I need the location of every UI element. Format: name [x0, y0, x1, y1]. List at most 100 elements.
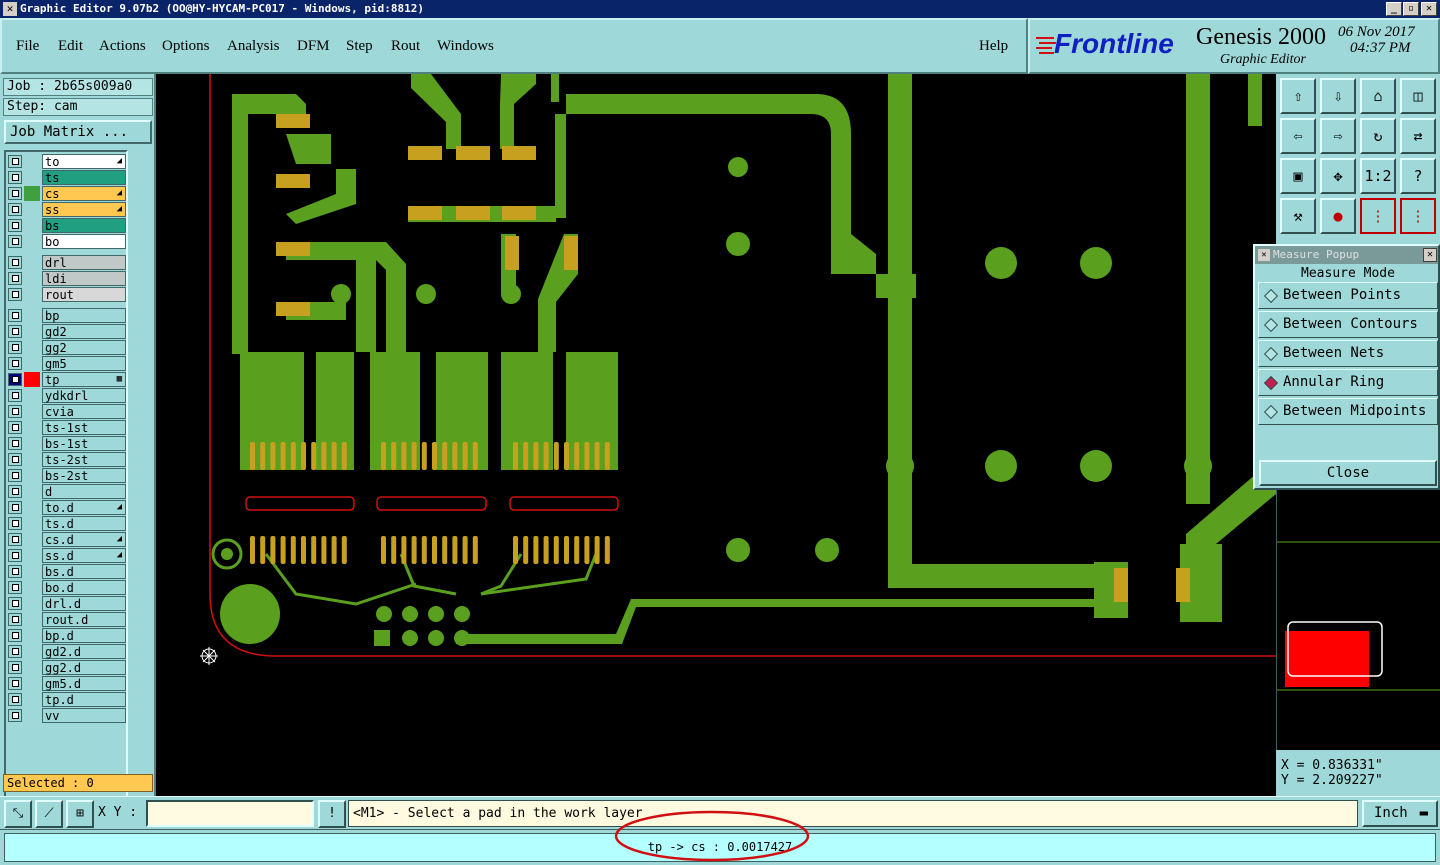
- layer-row-bo[interactable]: bo: [8, 234, 126, 249]
- layer-checkbox[interactable]: [8, 549, 22, 562]
- fit-icon[interactable]: ◫: [1400, 78, 1436, 114]
- layer-color-swatch[interactable]: [24, 287, 40, 302]
- layer-color-swatch[interactable]: [24, 628, 40, 643]
- layer-name[interactable]: bp: [42, 308, 126, 323]
- layer-name[interactable]: cvia: [42, 404, 126, 419]
- layer-name[interactable]: bo.d: [42, 580, 126, 595]
- layer-color-swatch[interactable]: [24, 468, 40, 483]
- layer-compare-2-icon[interactable]: ⋮: [1400, 198, 1436, 234]
- layer-name[interactable]: ts-1st: [42, 420, 126, 435]
- layer-row-ss-d[interactable]: ss.d ◢: [8, 548, 126, 563]
- layer-name[interactable]: gm5.d: [42, 676, 126, 691]
- layer-row-bs[interactable]: bs: [8, 218, 126, 233]
- layer-name[interactable]: gg2: [42, 340, 126, 355]
- layer-row-ts[interactable]: ts: [8, 170, 126, 185]
- layer-checkbox[interactable]: [8, 533, 22, 546]
- layer-checkbox[interactable]: [8, 645, 22, 658]
- layer-checkbox[interactable]: [8, 272, 22, 285]
- layer-row-to[interactable]: to ◢: [8, 154, 126, 169]
- layer-name[interactable]: tp: [42, 372, 126, 387]
- layer-row-cs[interactable]: cs ◢: [8, 186, 126, 201]
- layer-row-ydkdrl[interactable]: ydkdrl: [8, 388, 126, 403]
- layer-color-swatch[interactable]: [24, 154, 40, 169]
- flip-icon[interactable]: ⇄: [1400, 118, 1436, 154]
- layer-name[interactable]: ts: [42, 170, 126, 185]
- option-between-midpoints[interactable]: Between Midpoints: [1258, 398, 1438, 425]
- layer-checkbox[interactable]: [8, 693, 22, 706]
- layer-color-swatch[interactable]: [24, 660, 40, 675]
- layer-name[interactable]: drl: [42, 255, 126, 270]
- layer-checkbox[interactable]: [8, 389, 22, 402]
- layer-checkbox[interactable]: [8, 341, 22, 354]
- layer-compare-icon[interactable]: ⋮: [1360, 198, 1396, 234]
- layer-color-swatch[interactable]: [24, 420, 40, 435]
- layer-name[interactable]: cs: [42, 186, 126, 201]
- job-matrix-button[interactable]: Job Matrix ...: [4, 120, 152, 144]
- layer-color-swatch[interactable]: [24, 500, 40, 515]
- zoom-out-icon[interactable]: ⌂: [1360, 78, 1396, 114]
- layer-color-swatch[interactable]: [24, 692, 40, 707]
- layer-row-bs-d[interactable]: bs.d: [8, 564, 126, 579]
- snap-angle-icon[interactable]: ⟋: [35, 800, 63, 828]
- layer-color-swatch[interactable]: [24, 372, 40, 387]
- layer-name[interactable]: bs.d: [42, 564, 126, 579]
- layer-row-rout-d[interactable]: rout.d: [8, 612, 126, 627]
- layer-checkbox[interactable]: [8, 203, 22, 216]
- layer-row-bs-2st[interactable]: bs-2st: [8, 468, 126, 483]
- layer-checkbox[interactable]: [8, 581, 22, 594]
- layer-checkbox[interactable]: [8, 405, 22, 418]
- pan-right-icon[interactable]: ⇨: [1320, 118, 1356, 154]
- popup-close-icon[interactable]: ✕: [1423, 248, 1437, 262]
- xy-input[interactable]: [146, 800, 314, 827]
- layer-color-swatch[interactable]: [24, 548, 40, 563]
- layer-checkbox[interactable]: [8, 501, 22, 514]
- menu-step[interactable]: Step: [346, 38, 373, 55]
- layer-name[interactable]: d: [42, 484, 126, 499]
- layer-name[interactable]: tp.d: [42, 692, 126, 707]
- layer-row-vv[interactable]: vv: [8, 708, 126, 723]
- layer-checkbox[interactable]: [8, 357, 22, 370]
- layer-checkbox[interactable]: [8, 309, 22, 322]
- layer-name[interactable]: vv: [42, 708, 126, 723]
- layer-color-swatch[interactable]: [24, 516, 40, 531]
- layer-name[interactable]: gm5: [42, 356, 126, 371]
- overview-preview[interactable]: [1276, 490, 1440, 750]
- layer-name[interactable]: gd2: [42, 324, 126, 339]
- layer-color-swatch[interactable]: [24, 202, 40, 217]
- layer-row-to-d[interactable]: to.d ◢: [8, 500, 126, 515]
- layer-row-rout[interactable]: rout: [8, 287, 126, 302]
- layer-row-bp[interactable]: bp: [8, 308, 126, 323]
- layer-name[interactable]: ydkdrl: [42, 388, 126, 403]
- layer-color-swatch[interactable]: [24, 170, 40, 185]
- zoom-all-icon[interactable]: ✥: [1320, 158, 1356, 194]
- layer-color-swatch[interactable]: [24, 324, 40, 339]
- layer-row-gm5-d[interactable]: gm5.d: [8, 676, 126, 691]
- layer-row-gd2[interactable]: gd2: [8, 324, 126, 339]
- option-between-points[interactable]: Between Points: [1258, 282, 1438, 309]
- pan-center-icon[interactable]: ↻: [1360, 118, 1396, 154]
- unit-selector[interactable]: Inch ▬: [1362, 800, 1438, 827]
- menu-windows[interactable]: Windows: [437, 38, 494, 55]
- layer-color-swatch[interactable]: [24, 676, 40, 691]
- layer-checkbox[interactable]: [8, 171, 22, 184]
- close-button[interactable]: Close: [1259, 460, 1437, 486]
- layer-row-gd2-d[interactable]: gd2.d: [8, 644, 126, 659]
- option-between-nets[interactable]: Between Nets: [1258, 340, 1438, 367]
- layer-name[interactable]: ts.d: [42, 516, 126, 531]
- layer-row-tp[interactable]: tp ▦: [8, 372, 126, 387]
- graphic-canvas[interactable]: [156, 74, 1276, 796]
- layer-name[interactable]: rout.d: [42, 612, 126, 627]
- zoom-in-icon[interactable]: ⇩: [1320, 78, 1356, 114]
- layer-name[interactable]: rout: [42, 287, 126, 302]
- snap-icon[interactable]: ●: [1320, 198, 1356, 234]
- option-between-contours[interactable]: Between Contours: [1258, 311, 1438, 338]
- layer-name[interactable]: ss.d: [42, 548, 126, 563]
- menu-dfm[interactable]: DFM: [297, 38, 330, 55]
- layer-color-swatch[interactable]: [24, 308, 40, 323]
- layer-color-swatch[interactable]: [24, 532, 40, 547]
- maximize-button[interactable]: ▫: [1403, 2, 1419, 16]
- layer-row-bp-d[interactable]: bp.d: [8, 628, 126, 643]
- layer-color-swatch[interactable]: [24, 218, 40, 233]
- close-window-button[interactable]: ✕: [1421, 2, 1437, 16]
- layer-row-ldi[interactable]: ldi: [8, 271, 126, 286]
